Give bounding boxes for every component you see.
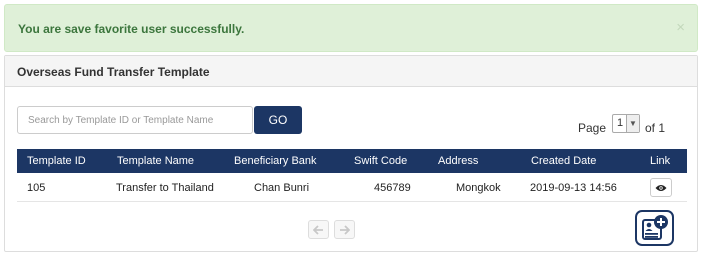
cell-beneficiary-bank: Chan Bunri [254,182,310,194]
success-alert: You are save favorite user successfully.… [4,4,698,52]
view-button[interactable] [650,178,672,197]
search-input[interactable] [17,106,253,134]
col-created-date[interactable]: Created Date [531,155,596,167]
cell-created-date: 2019-09-13 14:56 [530,182,617,194]
arrow-right-icon [340,225,350,235]
cell-template-name: Transfer to Thailand [116,182,214,194]
page-select[interactable]: 1 ▼ [612,114,640,133]
table-header: Template ID Template Name Beneficiary Ba… [17,149,687,173]
chevron-down-icon: ▼ [626,115,639,132]
eye-icon [655,185,667,191]
col-template-id[interactable]: Template ID [27,155,86,167]
add-template-icon [642,215,668,240]
cell-template-id: 105 [27,182,46,194]
col-address[interactable]: Address [438,155,478,167]
next-page-button[interactable] [334,220,355,239]
template-panel: Overseas Fund Transfer Template GO Page … [4,55,698,252]
alert-message: You are save favorite user successfully. [18,22,245,36]
col-swift-code[interactable]: Swift Code [354,155,407,167]
go-button[interactable]: GO [254,106,302,134]
page-label: Page [578,121,607,135]
col-beneficiary-bank[interactable]: Beneficiary Bank [234,155,317,167]
cell-address: Mongkok [456,182,501,194]
add-template-button[interactable] [635,210,674,246]
close-icon[interactable]: × [676,19,685,36]
page-total: of 1 [645,121,666,135]
col-link: Link [650,155,671,167]
page-select-value: 1 [617,117,624,129]
col-template-name[interactable]: Template Name [117,155,194,167]
prev-page-button[interactable] [308,220,329,239]
panel-header: Overseas Fund Transfer Template [5,56,697,87]
table-row: 105 Transfer to Thailand Chan Bunri 4567… [17,174,687,202]
arrow-left-icon [313,225,323,235]
cell-swift-code: 456789 [374,182,411,194]
panel-title: Overseas Fund Transfer Template [17,65,210,79]
